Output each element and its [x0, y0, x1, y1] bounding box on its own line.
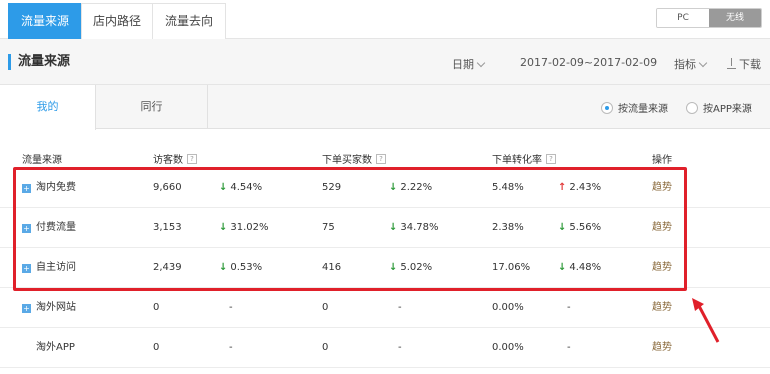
tab-traffic-destination[interactable]: 流量去向 [152, 3, 226, 39]
metric-label: 指标 [674, 58, 696, 71]
buyers-change: - [398, 342, 402, 353]
conversion-change: - [567, 302, 571, 313]
col-header-buyers: 下单买家数? [322, 151, 386, 166]
help-icon[interactable]: ? [376, 153, 386, 164]
buyers-change: - [398, 302, 402, 313]
conversion-value: 0.00% [492, 302, 524, 313]
highlight-box [13, 167, 687, 291]
radio-label: 按APP来源 [703, 104, 752, 115]
col-header-source: 流量来源 [22, 155, 62, 166]
download-icon [727, 58, 737, 69]
date-label: 日期 [452, 58, 474, 71]
tab-traffic-source[interactable]: 流量来源 [8, 3, 82, 39]
wireless-toggle-button[interactable]: 无线 [709, 9, 761, 27]
pc-toggle-button[interactable]: PC [657, 9, 709, 27]
date-range[interactable]: 2017-02-09~2017-02-09 [520, 56, 657, 69]
radio-by-source[interactable]: 按流量来源 [601, 100, 668, 115]
chevron-down-icon [698, 58, 708, 68]
download-button[interactable]: 下载 [727, 56, 761, 72]
source-cell: 淘外APP [22, 328, 75, 368]
section-header: 流量来源 日期 2017-02-09~2017-02-09 指标 下载 [0, 39, 770, 85]
source-cell: + 淘外网站 [22, 288, 76, 328]
visitors-change: - [229, 302, 233, 313]
radio-unchecked-icon [686, 101, 698, 114]
buyers-value: 0 [322, 302, 329, 313]
chevron-down-icon [476, 58, 486, 68]
date-dropdown[interactable]: 日期 [452, 56, 486, 72]
table-row: + 淘外网站 0 - 0 - 0.00% - 趋势 [0, 288, 770, 328]
metric-dropdown[interactable]: 指标 [674, 56, 708, 72]
page-title: 流量来源 [8, 54, 70, 70]
table-row: 淘外APP 0 - 0 - 0.00% - 趋势 [0, 328, 770, 368]
help-icon[interactable]: ? [546, 153, 556, 164]
visitors-value: 0 [153, 302, 160, 313]
device-toggle: PC 无线 [656, 8, 762, 28]
visitors-value: 0 [153, 342, 160, 353]
top-tab-bar: 流量来源 店内路径 流量去向 PC 无线 [0, 0, 770, 39]
radio-by-app[interactable]: 按APP来源 [686, 100, 752, 115]
tab-mine[interactable]: 我的 [0, 85, 96, 130]
buyers-value: 0 [322, 342, 329, 353]
visitors-change: - [229, 342, 233, 353]
tab-peer[interactable]: 同行 [96, 85, 208, 129]
conversion-value: 0.00% [492, 342, 524, 353]
col-header-visitors: 访客数? [153, 151, 197, 166]
conversion-change: - [567, 342, 571, 353]
col-header-action: 操作 [652, 155, 672, 166]
col-header-conversion: 下单转化率? [492, 151, 556, 166]
source-name: 淘外网站 [36, 302, 76, 313]
tab-store-path[interactable]: 店内路径 [81, 3, 153, 39]
radio-label: 按流量来源 [618, 104, 668, 115]
trend-link[interactable]: 趋势 [652, 288, 672, 328]
source-name: 淘外APP [36, 342, 75, 353]
trend-link[interactable]: 趋势 [652, 328, 672, 368]
annotation-arrow-icon [692, 298, 720, 343]
sub-tab-bar: 我的 同行 按流量来源 按APP来源 [0, 85, 770, 130]
expand-icon[interactable]: + [22, 303, 31, 313]
download-label: 下载 [739, 58, 761, 71]
help-icon[interactable]: ? [187, 153, 197, 164]
radio-checked-icon [601, 101, 613, 114]
